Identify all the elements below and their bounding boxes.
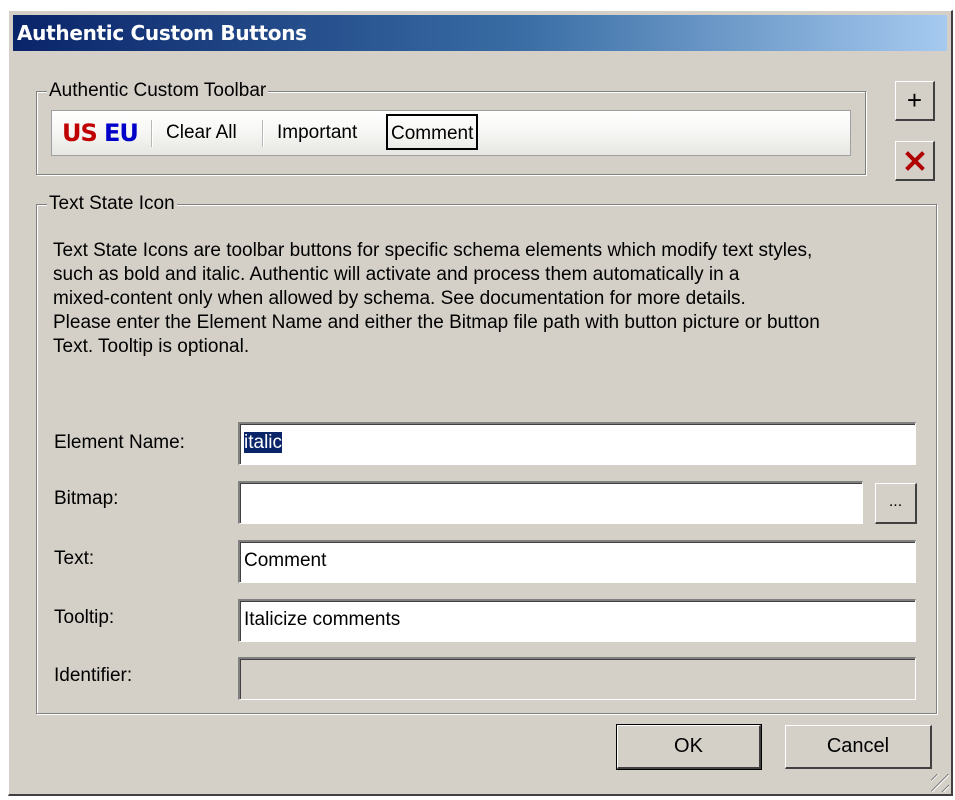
bitmap-browse-button[interactable]: ... (875, 483, 917, 524)
remove-button[interactable] (895, 141, 935, 181)
text-label: Text: (54, 548, 95, 569)
dialog-window: Authentic Custom Buttons Authentic Custo… (8, 10, 953, 796)
tooltip-field[interactable]: Italicize comments (238, 599, 916, 642)
custom-toolbar-legend: Authentic Custom Toolbar (47, 79, 269, 103)
add-button[interactable]: + (895, 81, 935, 121)
resize-grip-icon[interactable] (931, 774, 949, 792)
identifier-label: Identifier: (54, 665, 133, 686)
description-line: such as bold and italic. Authentic will … (53, 264, 740, 285)
text-field[interactable]: Comment (238, 540, 916, 583)
toolbar-separator (262, 120, 263, 147)
toolbar-button-comment[interactable]: Comment (386, 114, 479, 150)
identifier-field (238, 657, 916, 700)
custom-toolbar: US EU Clear All Important Comment (51, 110, 851, 156)
toolbar-button-eu[interactable]: EU (104, 111, 139, 155)
cancel-button[interactable]: Cancel (785, 725, 932, 769)
custom-toolbar-group: Authentic Custom Toolbar US EU Clear All… (36, 79, 866, 175)
title-bar[interactable]: Authentic Custom Buttons (13, 15, 947, 51)
description-text: Text State Icons are toolbar buttons for… (53, 239, 923, 359)
element-name-field[interactable]: italic (238, 422, 916, 465)
bitmap-field[interactable] (238, 481, 863, 524)
toolbar-separator (151, 120, 152, 147)
description-line: Text State Icons are toolbar buttons for… (53, 240, 813, 261)
element-name-label: Element Name: (54, 432, 185, 453)
toolbar-button-clear-all[interactable]: Clear All (166, 111, 237, 155)
x-delete-icon (904, 151, 925, 171)
ok-button[interactable]: OK (616, 724, 762, 770)
window-title: Authentic Custom Buttons (17, 21, 307, 45)
plus-icon: + (906, 85, 923, 115)
toolbar-button-important[interactable]: Important (277, 111, 357, 155)
element-name-value: italic (244, 432, 283, 453)
tooltip-label: Tooltip: (54, 607, 115, 628)
bitmap-label: Bitmap: (54, 488, 119, 509)
text-state-icon-legend: Text State Icon (47, 192, 177, 216)
description-line: Text. Tooltip is optional. (53, 336, 250, 357)
description-line: mixed-content only when allowed by schem… (53, 288, 746, 309)
toolbar-button-us[interactable]: US (62, 111, 98, 155)
text-state-icon-group: Text State Icon Text State Icons are too… (36, 192, 937, 714)
description-line: Please enter the Element Name and either… (53, 312, 820, 333)
